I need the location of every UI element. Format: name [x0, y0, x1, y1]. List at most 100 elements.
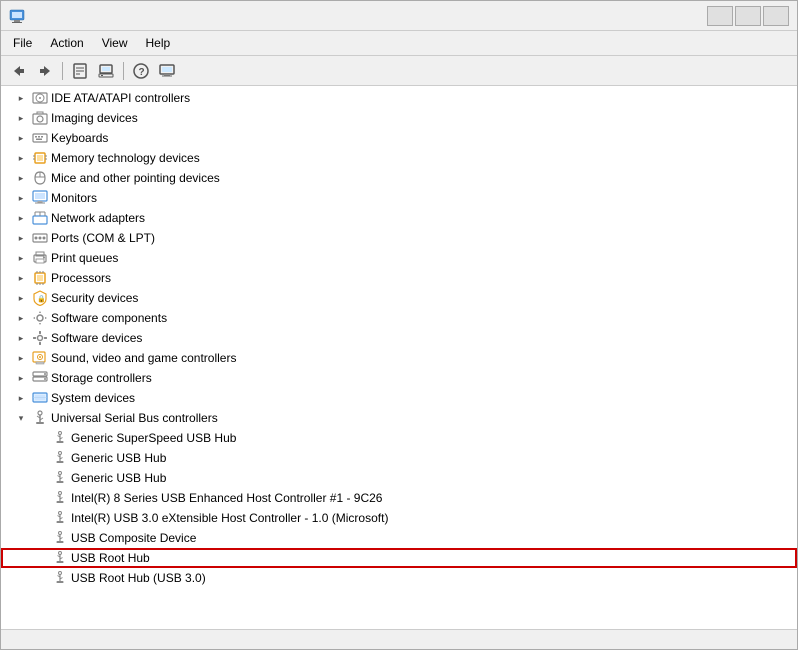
item-label-software-comp: Software components — [51, 311, 167, 325]
item-label-imaging: Imaging devices — [51, 111, 138, 125]
storage-icon — [32, 370, 48, 386]
system-icon — [32, 390, 48, 406]
tree-item-security[interactable]: ▸🔒Security devices — [1, 288, 797, 308]
title-bar — [1, 1, 797, 31]
item-label-keyboards: Keyboards — [51, 131, 108, 145]
item-label-print: Print queues — [51, 251, 118, 265]
expand-btn[interactable]: ▸ — [13, 270, 29, 286]
tree-item-ports[interactable]: ▸Ports (COM & LPT) — [1, 228, 797, 248]
usb-device-icon — [52, 530, 68, 546]
item-label-storage: Storage controllers — [51, 371, 152, 385]
item-label-usb-4: Intel(R) 8 Series USB Enhanced Host Cont… — [71, 491, 382, 505]
update-button[interactable] — [94, 60, 118, 82]
disk-icon — [32, 90, 48, 106]
close-button[interactable] — [763, 6, 789, 26]
toolbar-sep-2 — [123, 62, 124, 80]
expand-btn[interactable]: ▸ — [13, 210, 29, 226]
item-label-usb: Universal Serial Bus controllers — [51, 411, 218, 425]
tree-item-usb-3[interactable]: Generic USB Hub — [1, 468, 797, 488]
tree-item-memory[interactable]: ▸Memory technology devices — [1, 148, 797, 168]
tree-item-usb-6[interactable]: USB Composite Device — [1, 528, 797, 548]
tree-item-usb-7[interactable]: USB Root Hub — [1, 548, 797, 568]
back-button[interactable] — [7, 60, 31, 82]
expand-btn[interactable]: ▸ — [13, 110, 29, 126]
forward-icon — [38, 64, 52, 78]
tree-item-software-dev[interactable]: ▸ Software devices — [1, 328, 797, 348]
item-label-sound: Sound, video and game controllers — [51, 351, 236, 365]
item-label-processors: Processors — [51, 271, 111, 285]
properties-icon — [72, 63, 88, 79]
collapse-btn[interactable]: ▾ — [13, 410, 29, 426]
expand-btn[interactable]: ▸ — [13, 370, 29, 386]
forward-button[interactable] — [33, 60, 57, 82]
tree-item-sound[interactable]: ▸ Sound, video and game controllers — [1, 348, 797, 368]
title-bar-left — [9, 8, 31, 24]
tree-item-storage[interactable]: ▸ Storage controllers — [1, 368, 797, 388]
help-button[interactable]: ? — [129, 60, 153, 82]
device-manager-window: File Action View Help — [0, 0, 798, 650]
item-label-monitors: Monitors — [51, 191, 97, 205]
expand-btn[interactable]: ▸ — [13, 150, 29, 166]
tree-item-processors[interactable]: ▸ Processors — [1, 268, 797, 288]
menu-action[interactable]: Action — [42, 33, 91, 53]
expand-btn[interactable]: ▸ — [13, 250, 29, 266]
tree-item-usb-8[interactable]: USB Root Hub (USB 3.0) — [1, 568, 797, 588]
menu-file[interactable]: File — [5, 33, 40, 53]
menu-bar: File Action View Help — [1, 31, 797, 56]
expand-btn[interactable]: ▸ — [13, 190, 29, 206]
expand-btn[interactable]: ▸ — [13, 90, 29, 106]
item-label-ide: IDE ATA/ATAPI controllers — [51, 91, 190, 105]
back-icon — [12, 64, 26, 78]
tree-item-software-comp[interactable]: ▸ Software components — [1, 308, 797, 328]
tree-item-network[interactable]: ▸Network adapters — [1, 208, 797, 228]
item-label-usb-8: USB Root Hub (USB 3.0) — [71, 571, 206, 585]
usb-device-icon — [52, 450, 68, 466]
minimize-button[interactable] — [707, 6, 733, 26]
toolbar-sep-1 — [62, 62, 63, 80]
tree-item-usb-4[interactable]: Intel(R) 8 Series USB Enhanced Host Cont… — [1, 488, 797, 508]
tree-item-keyboards[interactable]: ▸ Keyboards — [1, 128, 797, 148]
monitor-icon — [32, 190, 48, 206]
expand-btn[interactable]: ▸ — [13, 350, 29, 366]
properties-button[interactable] — [68, 60, 92, 82]
usb-device-icon — [52, 430, 68, 446]
expand-btn[interactable]: ▸ — [13, 310, 29, 326]
item-label-software-dev: Software devices — [51, 331, 142, 345]
mouse-icon — [32, 170, 48, 186]
tree-item-ide[interactable]: ▸ IDE ATA/ATAPI controllers — [1, 88, 797, 108]
cpu-icon — [32, 270, 48, 286]
network-icon — [32, 210, 48, 226]
item-label-system: System devices — [51, 391, 135, 405]
item-label-usb-3: Generic USB Hub — [71, 471, 166, 485]
tree-item-print[interactable]: ▸ Print queues — [1, 248, 797, 268]
menu-view[interactable]: View — [94, 33, 136, 53]
tree-item-usb-5[interactable]: Intel(R) USB 3.0 eXtensible Host Control… — [1, 508, 797, 528]
tree-item-system[interactable]: ▸ System devices — [1, 388, 797, 408]
tree-item-mice[interactable]: ▸ Mice and other pointing devices — [1, 168, 797, 188]
usb-icon — [32, 410, 48, 426]
item-label-usb-1: Generic SuperSpeed USB Hub — [71, 431, 236, 445]
item-label-usb-5: Intel(R) USB 3.0 eXtensible Host Control… — [71, 511, 388, 525]
display-button[interactable] — [155, 60, 179, 82]
expand-btn[interactable]: ▸ — [13, 230, 29, 246]
item-label-mice: Mice and other pointing devices — [51, 171, 220, 185]
usb-device-icon — [52, 510, 68, 526]
expand-btn[interactable]: ▸ — [13, 130, 29, 146]
help-icon: ? — [133, 63, 149, 79]
maximize-button[interactable] — [735, 6, 761, 26]
tree-item-monitors[interactable]: ▸ Monitors — [1, 188, 797, 208]
expand-btn[interactable]: ▸ — [13, 170, 29, 186]
menu-help[interactable]: Help — [138, 33, 179, 53]
tree-item-usb-1[interactable]: Generic SuperSpeed USB Hub — [1, 428, 797, 448]
tree-item-usb[interactable]: ▾ Universal Serial Bus controllers — [1, 408, 797, 428]
title-bar-controls — [707, 6, 789, 26]
tree-item-usb-2[interactable]: Generic USB Hub — [1, 448, 797, 468]
svg-text:?: ? — [139, 67, 145, 78]
display-icon — [159, 63, 175, 79]
device-tree[interactable]: ▸ IDE ATA/ATAPI controllers ▸ Imaging devic… — [1, 86, 797, 629]
expand-btn[interactable]: ▸ — [13, 330, 29, 346]
tree-item-imaging[interactable]: ▸ Imaging devices — [1, 108, 797, 128]
update-icon — [98, 63, 114, 79]
expand-btn[interactable]: ▸ — [13, 290, 29, 306]
expand-btn[interactable]: ▸ — [13, 390, 29, 406]
